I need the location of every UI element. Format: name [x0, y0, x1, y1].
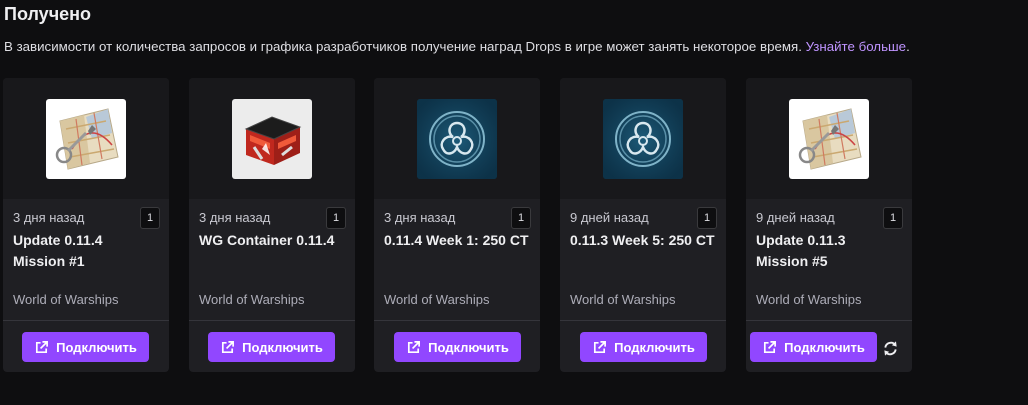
- drop-game: World of Warships: [13, 292, 119, 307]
- external-link-icon: [222, 340, 235, 353]
- drop-count-badge: 1: [140, 207, 160, 229]
- drop-game: World of Warships: [199, 292, 305, 307]
- connect-button[interactable]: Подключить: [208, 332, 335, 362]
- commander-xp-icon: [417, 98, 497, 179]
- map-icon: [789, 98, 869, 179]
- drop-card: 9 дней назад 1 Update 0.11.3 Mission #5 …: [746, 78, 912, 372]
- drops-description: В зависимости от количества запросов и г…: [4, 39, 910, 54]
- drop-count-badge: 1: [697, 207, 717, 229]
- drop-time: 3 дня назад: [199, 210, 271, 225]
- external-link-icon: [764, 340, 777, 353]
- drop-name: 0.11.4 Week 1: 250 CT: [384, 232, 529, 248]
- drop-game: World of Warships: [756, 292, 862, 307]
- drop-name: Update 0.11.4 Mission #1: [13, 232, 103, 269]
- connect-button-label: Подключить: [614, 339, 695, 355]
- drop-card: 9 дней назад 1 0.11.3 Week 5: 250 CT Wor…: [560, 78, 726, 372]
- refresh-icon[interactable]: [882, 340, 899, 357]
- external-link-icon: [36, 340, 49, 353]
- divider: [374, 320, 540, 321]
- drop-name: Update 0.11.3 Mission #5: [756, 232, 846, 269]
- connect-button-label: Подключить: [428, 339, 509, 355]
- drop-count-badge: 1: [511, 207, 531, 229]
- map-icon: [46, 98, 126, 179]
- drop-time: 3 дня назад: [384, 210, 456, 225]
- container-icon: [232, 98, 312, 179]
- connect-button-label: Подключить: [242, 339, 323, 355]
- drop-game: World of Warships: [570, 292, 676, 307]
- divider: [3, 320, 169, 321]
- divider: [189, 320, 355, 321]
- connect-button-label: Подключить: [56, 339, 137, 355]
- drop-game: World of Warships: [384, 292, 490, 307]
- drop-card: 3 дня назад 1 WG Container 0.11.4 World …: [189, 78, 355, 372]
- drop-count-badge: 1: [326, 207, 346, 229]
- external-link-icon: [408, 340, 421, 353]
- drop-card: 3 дня назад 1 0.11.4 Week 1: 250 CT Worl…: [374, 78, 540, 372]
- divider: [560, 320, 726, 321]
- drop-time: 9 дней назад: [756, 210, 835, 225]
- drop-card: 3 дня назад 1 Update 0.11.4 Mission #1 W…: [3, 78, 169, 372]
- drop-name: WG Container 0.11.4: [199, 232, 335, 248]
- commander-xp-icon: [603, 98, 683, 179]
- connect-button[interactable]: Подключить: [22, 332, 149, 362]
- divider: [746, 320, 912, 321]
- connect-button[interactable]: Подключить: [394, 332, 521, 362]
- connect-button[interactable]: Подключить: [750, 332, 877, 362]
- drop-name: 0.11.3 Week 5: 250 CT: [570, 232, 715, 248]
- learn-more-link[interactable]: Узнайте больше: [806, 39, 906, 54]
- drop-time: 3 дня назад: [13, 210, 85, 225]
- description-text: В зависимости от количества запросов и г…: [4, 39, 802, 54]
- drop-time: 9 дней назад: [570, 210, 649, 225]
- drop-count-badge: 1: [883, 207, 903, 229]
- page-title: Получено: [4, 4, 92, 24]
- connect-button-label: Подключить: [784, 339, 865, 355]
- connect-button[interactable]: Подключить: [580, 332, 707, 362]
- external-link-icon: [594, 340, 607, 353]
